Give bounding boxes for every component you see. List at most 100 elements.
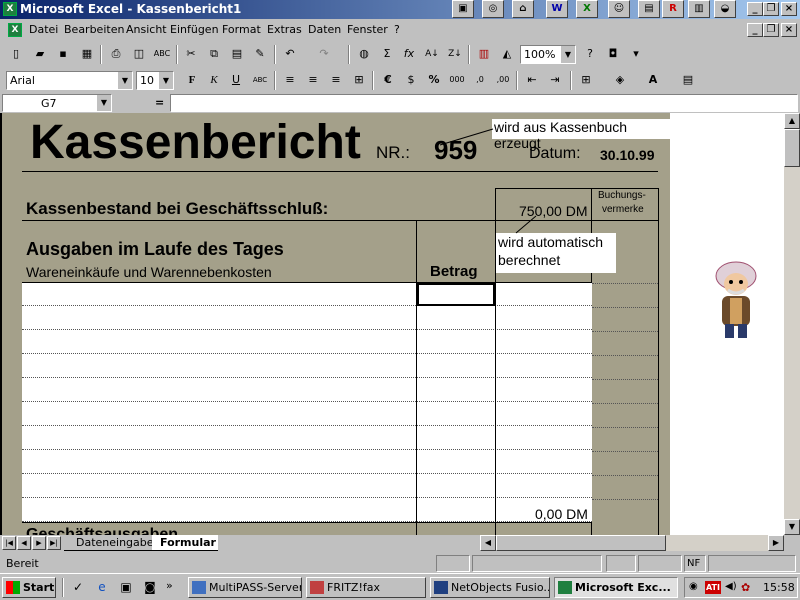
thousands-icon[interactable]: 000 bbox=[447, 71, 467, 90]
tray-ati-icon[interactable]: ATI bbox=[705, 581, 721, 594]
tab-formular[interactable]: Formular bbox=[152, 535, 218, 551]
more-buttons-icon[interactable]: ▾ bbox=[626, 45, 646, 64]
menu-einfuegen[interactable]: Einfügen bbox=[170, 23, 219, 36]
chevron-down-icon[interactable]: ▼ bbox=[118, 72, 132, 89]
office-assistant-einstein-icon[interactable] bbox=[710, 258, 762, 343]
maximize-button[interactable]: ❐ bbox=[763, 2, 779, 16]
euro-icon[interactable]: € bbox=[378, 71, 398, 90]
fill-color-icon[interactable]: ◈ bbox=[610, 71, 630, 90]
undo-icon[interactable]: ↶ bbox=[280, 45, 300, 64]
merge-center-icon[interactable]: ⊞ bbox=[349, 71, 369, 90]
strikethrough-icon[interactable]: ABC bbox=[250, 71, 270, 90]
table-row[interactable] bbox=[22, 354, 592, 378]
currency-icon[interactable]: $ bbox=[401, 71, 421, 90]
underline-icon[interactable]: U bbox=[226, 71, 246, 90]
office-assistant-icon[interactable]: ◘ bbox=[603, 45, 623, 64]
quicklaunch-6-icon[interactable]: ☺ bbox=[608, 0, 630, 18]
menu-fenster[interactable]: Fenster bbox=[347, 23, 388, 36]
menu-daten[interactable]: Daten bbox=[308, 23, 341, 36]
font-name-combo[interactable]: Arial ▼ bbox=[6, 71, 133, 90]
spelling-icon[interactable]: ABC bbox=[152, 45, 172, 64]
chart-wizard-icon[interactable]: ▥ bbox=[474, 45, 494, 64]
selected-cell-g7[interactable] bbox=[417, 283, 495, 306]
doc-restore-button[interactable]: ❐ bbox=[763, 23, 779, 37]
menu-help[interactable]: ? bbox=[394, 23, 400, 36]
scroll-up-icon[interactable]: ▲ bbox=[784, 113, 800, 129]
paste-icon[interactable]: ▤ bbox=[227, 45, 247, 64]
align-left-icon[interactable]: ≡ bbox=[280, 71, 300, 90]
table-row[interactable] bbox=[22, 402, 592, 426]
align-center-icon[interactable]: ≡ bbox=[303, 71, 323, 90]
help-icon[interactable]: ? bbox=[580, 45, 600, 64]
print-icon[interactable]: ⎙ bbox=[106, 45, 126, 64]
format-painter-icon[interactable]: ✎ bbox=[250, 45, 270, 64]
italic-icon[interactable]: K bbox=[204, 71, 224, 90]
quicklaunch-9-icon[interactable]: ▥ bbox=[688, 0, 710, 18]
decrease-indent-icon[interactable]: ⇤ bbox=[522, 71, 542, 90]
increase-indent-icon[interactable]: ⇥ bbox=[545, 71, 565, 90]
tab-splitter[interactable] bbox=[470, 536, 478, 550]
h-scroll-thumb[interactable] bbox=[496, 535, 666, 551]
task-excel[interactable]: Microsoft Exc... bbox=[554, 577, 678, 598]
borders-icon[interactable]: ⊞ bbox=[576, 71, 596, 90]
more-format-icon[interactable]: ▤ bbox=[678, 71, 698, 90]
outlook-icon[interactable]: ▣ bbox=[118, 580, 134, 596]
scroll-left-icon[interactable]: ◀ bbox=[480, 535, 496, 551]
table-row[interactable] bbox=[22, 426, 592, 450]
formula-input[interactable] bbox=[170, 94, 798, 112]
bold-icon[interactable]: F bbox=[182, 71, 202, 90]
name-box[interactable]: G7 ▼ bbox=[2, 94, 112, 112]
task-multipass[interactable]: MultiPASS-Server bbox=[188, 577, 302, 598]
cut-icon[interactable]: ✂ bbox=[181, 45, 201, 64]
preview-icon[interactable]: ◫ bbox=[129, 45, 149, 64]
sort-ascending-icon[interactable]: A↓ bbox=[422, 45, 442, 64]
menu-ansicht[interactable]: Ansicht bbox=[126, 23, 167, 36]
table-row[interactable] bbox=[22, 330, 592, 354]
new-icon[interactable]: ▯ bbox=[6, 45, 26, 64]
table-row[interactable] bbox=[22, 474, 592, 498]
scroll-right-icon[interactable]: ▶ bbox=[768, 535, 784, 551]
quicklaunch-3-icon[interactable]: ⌂ bbox=[512, 0, 534, 18]
print-preview-icon[interactable]: ▦ bbox=[77, 45, 97, 64]
menu-extras[interactable]: Extras bbox=[267, 23, 302, 36]
excel-quick-icon[interactable]: X bbox=[576, 0, 598, 18]
menu-format[interactable]: Format bbox=[222, 23, 261, 36]
drawing-icon[interactable]: ◭ bbox=[497, 45, 517, 64]
menu-datei[interactable]: Datei bbox=[29, 23, 58, 36]
table-row[interactable] bbox=[22, 282, 592, 306]
tray-volume-icon[interactable]: ◀) bbox=[725, 581, 737, 592]
web-icon[interactable]: ◍ bbox=[354, 45, 374, 64]
menu-bearbeiten[interactable]: Bearbeiten bbox=[64, 23, 124, 36]
close-button[interactable]: × bbox=[781, 2, 797, 16]
doc-minimize-button[interactable]: _ bbox=[747, 23, 763, 37]
percent-icon[interactable]: % bbox=[424, 71, 444, 90]
doc-close-button[interactable]: × bbox=[781, 23, 797, 37]
internet-explorer-icon[interactable]: e bbox=[94, 580, 110, 596]
copy-icon[interactable]: ⧉ bbox=[204, 45, 224, 64]
word-icon[interactable]: W bbox=[546, 0, 568, 18]
quicklaunch-2-icon[interactable]: ◎ bbox=[482, 0, 504, 18]
first-sheet-icon[interactable]: |◀ bbox=[2, 536, 16, 550]
document-icon[interactable]: X bbox=[8, 23, 22, 37]
tray-app-icon[interactable]: ✿ bbox=[741, 581, 750, 594]
open-icon[interactable]: ▰ bbox=[30, 45, 50, 64]
task-fritzfax[interactable]: FRITZ!fax bbox=[306, 577, 426, 598]
excel-icon[interactable]: X bbox=[3, 2, 17, 16]
task-netobjects[interactable]: NetObjects Fusio... bbox=[430, 577, 550, 598]
table-row[interactable] bbox=[22, 306, 592, 330]
tab-dateneingabe[interactable]: Dateneingabe bbox=[64, 535, 154, 551]
chevron-down-icon[interactable]: ▼ bbox=[561, 46, 575, 63]
table-row[interactable] bbox=[22, 498, 592, 522]
quicklaunch-7-icon[interactable]: ▤ bbox=[638, 0, 660, 18]
sort-descending-icon[interactable]: Z↓ bbox=[445, 45, 465, 64]
vertical-scrollbar[interactable]: ▲ ▼ bbox=[784, 113, 800, 537]
table-row[interactable] bbox=[22, 378, 592, 402]
increase-decimal-icon[interactable]: ,0 bbox=[470, 71, 490, 90]
align-right-icon[interactable]: ≡ bbox=[326, 71, 346, 90]
font-size-combo[interactable]: 10 ▼ bbox=[136, 71, 174, 90]
quicklaunch-icon[interactable]: ◙ bbox=[142, 580, 158, 596]
next-sheet-icon[interactable]: ▶ bbox=[32, 536, 46, 550]
last-sheet-icon[interactable]: ▶| bbox=[47, 536, 61, 550]
chevron-down-icon[interactable]: ▼ bbox=[159, 72, 173, 89]
more-quicklaunch-icon[interactable]: » bbox=[166, 579, 173, 592]
